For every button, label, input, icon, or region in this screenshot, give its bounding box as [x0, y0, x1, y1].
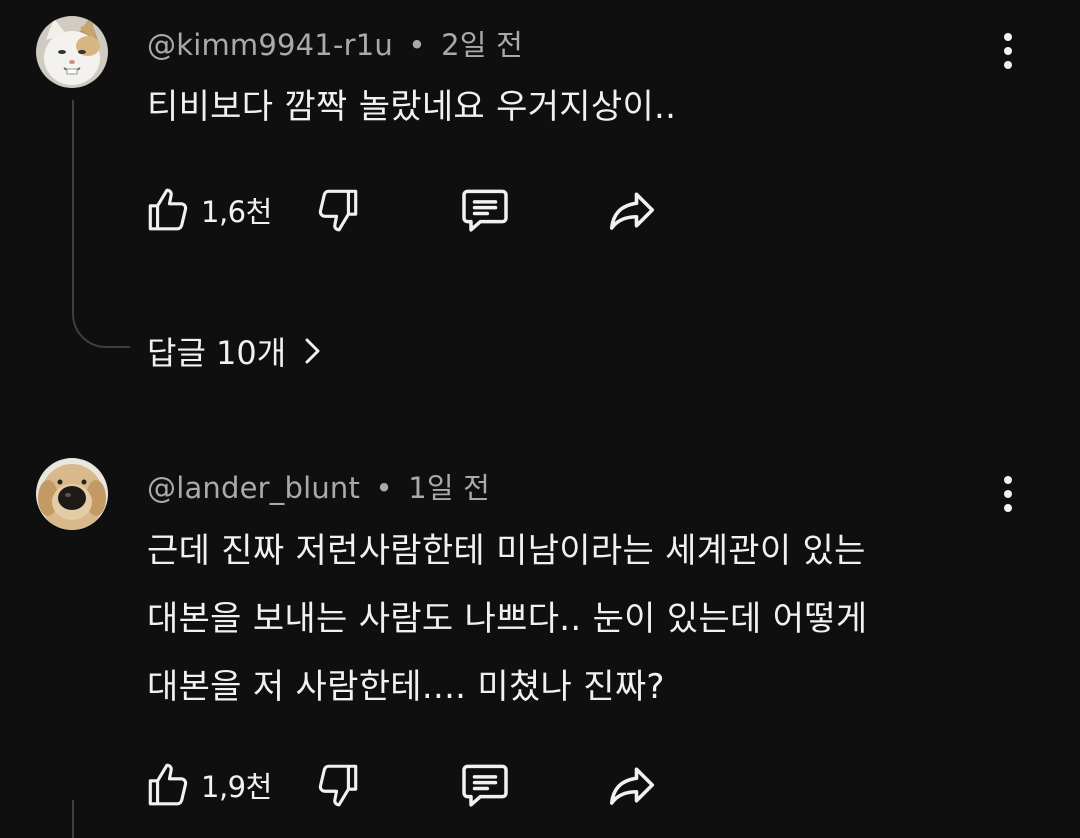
thread-line [72, 800, 74, 838]
comment-meta: @lander_blunt • 1일 전 [147, 465, 490, 507]
meta-separator: • [375, 471, 393, 505]
thumbs-down-icon [318, 764, 358, 807]
comment-text-line: 티비보다 깜짝 놀랐네요 우거지상이.. [147, 87, 677, 127]
comment-actions: 1,9천 [143, 757, 683, 813]
view-replies-button[interactable]: 답글 10개 [147, 326, 324, 376]
thread-curve [72, 296, 130, 348]
like-count: 1,9천 [201, 770, 272, 804]
comment-text: 근데 진짜 저런사람한테 미남이라는 세계관이 있는 대본을 보내는 사람도 나… [147, 517, 1007, 721]
comment-time: 2일 전 [441, 28, 523, 62]
share-button[interactable] [605, 757, 659, 813]
avatar[interactable] [36, 458, 108, 530]
avatar[interactable] [36, 16, 108, 88]
thumbs-down-icon [318, 189, 358, 232]
author-name[interactable]: @kimm9941-r1u [147, 28, 393, 62]
dog-avatar-image [36, 458, 108, 530]
more-vertical-icon [1004, 504, 1012, 512]
comment-time: 1일 전 [408, 471, 491, 505]
more-options-button[interactable] [990, 26, 1026, 76]
dislike-button[interactable] [313, 182, 363, 238]
reply-button[interactable] [457, 757, 513, 813]
comment-icon [462, 764, 508, 807]
more-vertical-icon [1004, 47, 1012, 55]
comment-actions: 1,6천 [143, 182, 683, 238]
cat-avatar-image [36, 16, 108, 88]
chevron-right-icon [302, 336, 324, 366]
more-vertical-icon [1004, 490, 1012, 498]
meta-separator: • [408, 28, 426, 62]
comment-text: 티비보다 깜짝 놀랐네요 우거지상이.. [147, 73, 1007, 141]
share-icon [609, 767, 655, 805]
like-button[interactable]: 1,9천 [143, 757, 272, 813]
dislike-button[interactable] [313, 757, 363, 813]
more-vertical-icon [1004, 33, 1012, 41]
author-name[interactable]: @lander_blunt [147, 471, 360, 505]
comment-text-line: 대본을 저 사람한테.... 미쳤나 진짜? [147, 667, 665, 707]
more-vertical-icon [1004, 61, 1012, 69]
comments-page: @kimm9941-r1u • 2일 전 티비보다 깜짝 놀랐네요 우거지상이.… [0, 0, 1080, 838]
comment-meta: @kimm9941-r1u • 2일 전 [147, 22, 523, 64]
reply-button[interactable] [457, 182, 513, 238]
share-icon [609, 192, 655, 230]
more-vertical-icon [1004, 476, 1012, 484]
comment-text-line: 대본을 보내는 사람도 나쁘다.. 눈이 있는데 어떻게 [147, 599, 868, 639]
more-options-button[interactable] [990, 469, 1026, 519]
replies-label: 답글 10개 [147, 334, 287, 372]
like-count: 1,6천 [201, 195, 272, 229]
comment-text-line: 근데 진짜 저런사람한테 미남이라는 세계관이 있는 [147, 531, 866, 571]
share-button[interactable] [605, 182, 659, 238]
thumbs-up-icon [148, 188, 188, 231]
thread-line [72, 100, 74, 300]
like-button[interactable]: 1,6천 [143, 182, 272, 238]
comment-icon [462, 189, 508, 232]
thumbs-up-icon [148, 763, 188, 806]
